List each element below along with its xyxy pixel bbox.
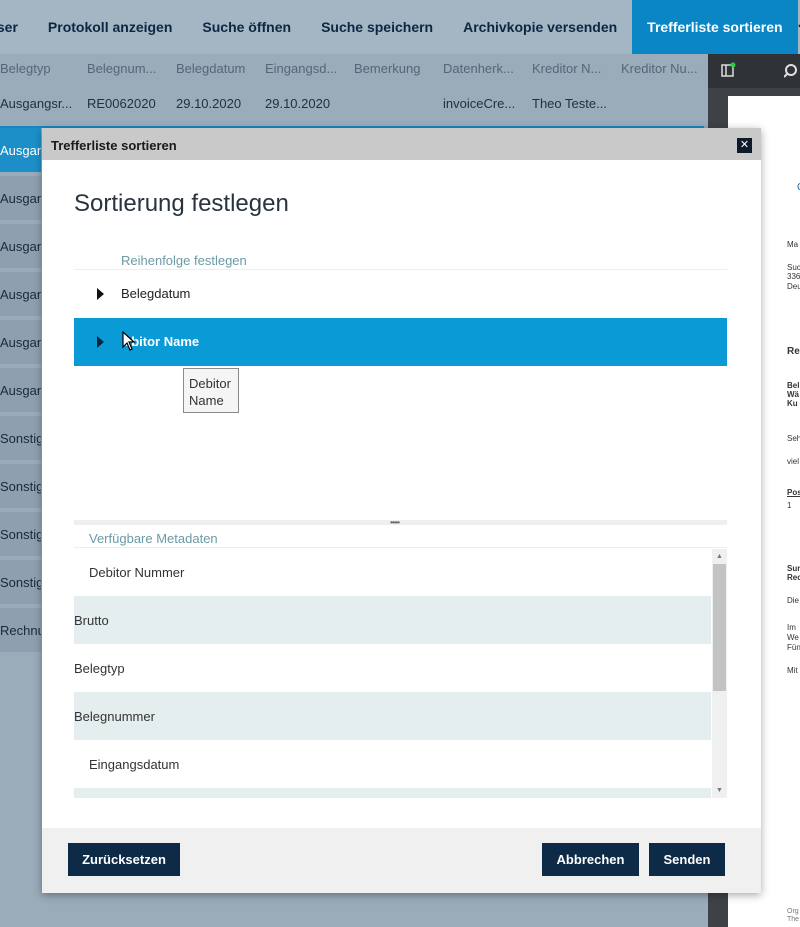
table-cell: 29.10.2020 [176, 96, 242, 111]
sort-direction-icon[interactable] [97, 336, 104, 348]
toolbar-suche-oeffnen[interactable]: Suche öffnen [187, 0, 306, 54]
preview-text: We [787, 633, 799, 642]
preview-text: Re [787, 346, 800, 357]
column-header[interactable]: Kreditor Nu... [621, 61, 701, 76]
table-row[interactable]: Sonstig [0, 560, 41, 604]
sort-direction-icon[interactable] [97, 288, 104, 300]
list-item-label: Belegtyp [74, 661, 125, 676]
list-item[interactable]: Belegtyp [74, 644, 711, 692]
list-item-label: Debitor Nummer [89, 565, 185, 580]
column-header[interactable]: Eingangsd... [265, 61, 345, 76]
toolbar-browser[interactable]: wser [0, 0, 33, 54]
list-item[interactable] [74, 788, 711, 798]
tooltip: Debitor Name [183, 368, 239, 413]
splitter-handle[interactable]: ••••• [74, 518, 727, 527]
grip-icon: ••••• [390, 518, 400, 527]
table-cell: Theo Teste... [532, 96, 607, 111]
preview-text: Pos [787, 488, 800, 497]
toolbar-trefferliste-sortieren[interactable]: Trefferliste sortieren [632, 0, 798, 54]
order-section-label: Reihenfolge festlegen [121, 253, 247, 268]
column-header[interactable]: Kreditor N... [532, 61, 612, 76]
list-item-label: Eingangsdatum [89, 757, 180, 772]
sidebar-toggle-icon[interactable] [720, 62, 736, 78]
table-cell: Ausgangsr... [0, 96, 73, 111]
list-item-label: Brutto [74, 613, 109, 628]
column-header[interactable]: Belegtyp [0, 61, 80, 76]
table-cell: 29.10.2020 [265, 96, 331, 111]
search-icon[interactable] [784, 63, 800, 79]
toolbar-suche-speichern[interactable]: Suche speichern [306, 0, 448, 54]
available-section-label: Verfügbare Metadaten [89, 531, 218, 546]
preview-text: Wä [787, 390, 799, 399]
preview-text: 336 [787, 272, 800, 281]
preview-text: Im [787, 623, 796, 632]
preview-text: Mit [787, 666, 798, 675]
main-toolbar: wser Protokoll anzeigen Suche öffnen Suc… [0, 0, 800, 54]
preview-text: Suc [787, 263, 800, 272]
grid-header: Belegtyp Belegnum... Belegdatum Eingangs… [0, 54, 708, 84]
preview-toolbar [708, 54, 800, 88]
preview-text: Fün [787, 643, 800, 652]
preview-text: Rec [787, 573, 800, 582]
table-row[interactable]: Ausgan [0, 224, 41, 268]
sort-item-belegdatum[interactable]: Belegdatum [74, 270, 727, 318]
cancel-button[interactable]: Abbrechen [542, 843, 639, 876]
table-row[interactable]: Ausgan [0, 320, 41, 364]
scrollbar[interactable]: ▲ ▼ [712, 549, 727, 798]
list-item[interactable]: Brutto [74, 596, 711, 644]
tooltip-line: Debitor [189, 376, 231, 391]
preview-text: Bel [787, 381, 800, 390]
scroll-down-icon[interactable]: ▼ [712, 783, 727, 798]
table-row[interactable]: Sonstig [0, 464, 41, 508]
preview-text: Org [787, 908, 799, 915]
preview-text: Seh [787, 434, 800, 443]
table-cell: invoiceCre... [443, 96, 516, 111]
table-row[interactable]: Rechnu [0, 608, 41, 652]
table-row[interactable]: Ausgan [0, 176, 41, 220]
preview-text: Ku [787, 399, 798, 408]
list-item[interactable]: Eingangsdatum [74, 740, 711, 788]
page-title: Sortierung festlegen [74, 190, 289, 217]
sort-dialog: Trefferliste sortieren ✕ Sortierung fest… [42, 128, 761, 893]
preview-text: Die [787, 596, 800, 605]
scroll-up-icon[interactable]: ▲ [712, 549, 727, 564]
table-row[interactable]: Sonstig [0, 416, 41, 460]
list-item-label: Belegnummer [74, 709, 155, 724]
dialog-title-bar: Trefferliste sortieren ✕ [42, 128, 761, 160]
preview-text: 1 [787, 501, 792, 510]
column-header[interactable]: Belegnum... [87, 61, 167, 76]
table-cell: RE0062020 [87, 96, 156, 111]
dialog-title: Trefferliste sortieren [51, 138, 177, 153]
toolbar-protokoll-anzeigen[interactable]: Protokoll anzeigen [33, 0, 187, 54]
table-row[interactable]: Ausgangsr... RE0062020 29.10.2020 29.10.… [0, 90, 708, 124]
reset-button[interactable]: Zurücksetzen [68, 843, 180, 876]
column-header[interactable]: Bemerkung [354, 61, 434, 76]
toolbar-archivkopie-versenden[interactable]: Archivkopie versenden [448, 0, 632, 54]
list-item[interactable]: Debitor Nummer [74, 548, 711, 596]
send-button[interactable]: Senden [649, 843, 725, 876]
available-metadata-list: Debitor Nummer Brutto Belegtyp Belegnumm… [74, 548, 727, 798]
preview-text: The [787, 916, 800, 923]
mouse-cursor-icon [122, 331, 136, 351]
table-row[interactable]: Sonstig [0, 512, 41, 556]
sort-item-label: Belegdatum [121, 286, 191, 301]
sort-item-debitor-name[interactable]: ebitor Name [74, 318, 727, 366]
table-row[interactable]: Ausgan [0, 368, 41, 412]
dialog-footer: Zurücksetzen Abbrechen Senden [42, 828, 761, 893]
column-header[interactable]: Belegdatum [176, 61, 256, 76]
table-row[interactable]: Ausgan [0, 272, 41, 316]
preview-text: Ma [787, 240, 799, 249]
preview-text: Sur [787, 564, 800, 573]
preview-text: viel [787, 457, 800, 466]
list-item[interactable]: Belegnummer [74, 692, 711, 740]
scrollbar-thumb[interactable] [713, 564, 726, 691]
column-header[interactable]: Datenherk... [443, 61, 523, 76]
table-row[interactable]: Ausgan [0, 128, 41, 172]
tooltip-line: Name [189, 393, 224, 408]
close-icon[interactable]: ✕ [737, 138, 752, 153]
preview-text: Deu [787, 282, 800, 291]
